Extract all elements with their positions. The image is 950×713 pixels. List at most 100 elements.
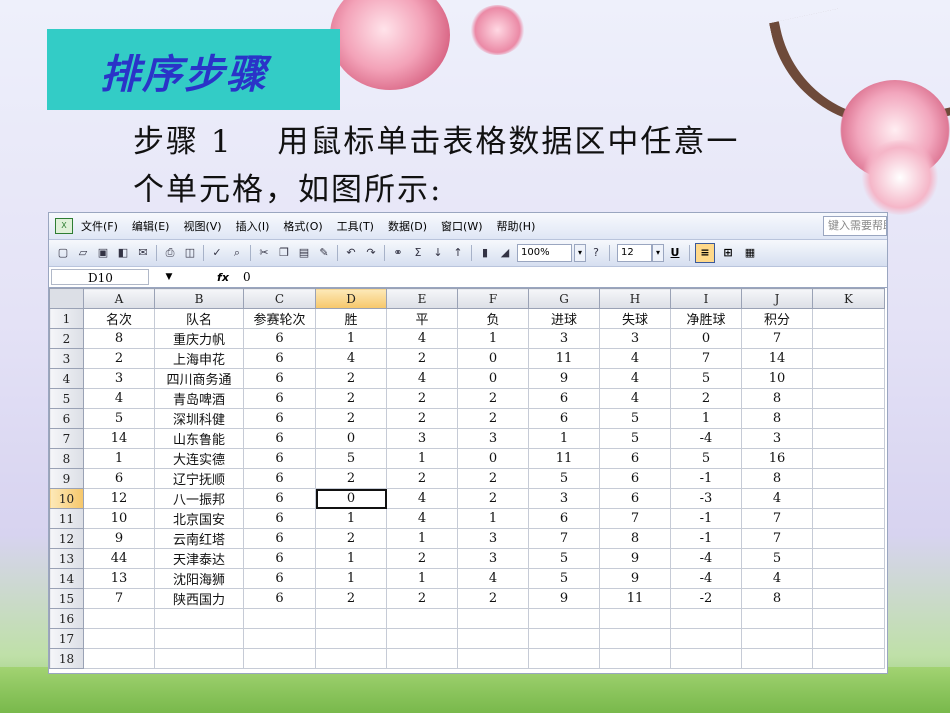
cell-b3[interactable]: 上海申花 xyxy=(154,348,244,369)
cell-a18[interactable] xyxy=(83,648,155,669)
cell-k9[interactable] xyxy=(812,468,885,489)
cell-e11[interactable]: 4 xyxy=(386,508,458,529)
cell-f16[interactable] xyxy=(457,608,529,629)
cell-j17[interactable] xyxy=(741,628,813,649)
row-header[interactable]: 6 xyxy=(49,408,84,429)
cell-j16[interactable] xyxy=(741,608,813,629)
cell-h18[interactable] xyxy=(599,648,671,669)
cell-a13[interactable]: 44 xyxy=(83,548,155,569)
cell-i7[interactable]: -4 xyxy=(670,428,742,449)
cell-k5[interactable] xyxy=(812,388,885,409)
hyperlink-icon[interactable]: ⚭ xyxy=(391,246,405,260)
cell-c1[interactable]: 参赛轮次 xyxy=(243,308,316,329)
undo-icon[interactable]: ↶ xyxy=(344,246,358,260)
cell-j8[interactable]: 16 xyxy=(741,448,813,469)
help-question-input[interactable]: 键入需要帮助的问题 xyxy=(823,216,887,236)
cell-h2[interactable]: 3 xyxy=(599,328,671,349)
cell-b4[interactable]: 四川商务通 xyxy=(154,368,244,389)
cell-i12[interactable]: -1 xyxy=(670,528,742,549)
cell-f3[interactable]: 0 xyxy=(457,348,529,369)
cell-k2[interactable] xyxy=(812,328,885,349)
cell-e12[interactable]: 1 xyxy=(386,528,458,549)
cell-b11[interactable]: 北京国安 xyxy=(154,508,244,529)
autosum-icon[interactable]: Σ xyxy=(411,246,425,260)
cell-h9[interactable]: 6 xyxy=(599,468,671,489)
cell-a5[interactable]: 4 xyxy=(83,388,155,409)
cell-h11[interactable]: 7 xyxy=(599,508,671,529)
cell-a15[interactable]: 7 xyxy=(83,588,155,609)
drawing-icon[interactable]: ◢ xyxy=(498,246,512,260)
cell-e8[interactable]: 1 xyxy=(386,448,458,469)
cell-h4[interactable]: 4 xyxy=(599,368,671,389)
cell-b14[interactable]: 沈阳海狮 xyxy=(154,568,244,589)
cell-g15[interactable]: 9 xyxy=(528,588,600,609)
cell-a6[interactable]: 5 xyxy=(83,408,155,429)
underline-button[interactable]: U xyxy=(666,244,684,262)
merge-center-button[interactable]: ⊞ xyxy=(719,244,737,262)
cell-g9[interactable]: 5 xyxy=(528,468,600,489)
cell-j9[interactable]: 8 xyxy=(741,468,813,489)
cell-g16[interactable] xyxy=(528,608,600,629)
cell-d14[interactable]: 1 xyxy=(315,568,387,589)
cell-c12[interactable]: 6 xyxy=(243,528,316,549)
cell-b16[interactable] xyxy=(154,608,244,629)
cell-a17[interactable] xyxy=(83,628,155,649)
cell-c5[interactable]: 6 xyxy=(243,388,316,409)
cell-i5[interactable]: 2 xyxy=(670,388,742,409)
cell-i14[interactable]: -4 xyxy=(670,568,742,589)
cell-b13[interactable]: 天津泰达 xyxy=(154,548,244,569)
cell-h5[interactable]: 4 xyxy=(599,388,671,409)
cell-e5[interactable]: 2 xyxy=(386,388,458,409)
cell-f2[interactable]: 1 xyxy=(457,328,529,349)
cell-b12[interactable]: 云南红塔 xyxy=(154,528,244,549)
cell-d10[interactable]: 0 xyxy=(315,488,387,509)
cell-d18[interactable] xyxy=(315,648,387,669)
menu-format[interactable]: 格式(O) xyxy=(283,218,322,234)
cell-c6[interactable]: 6 xyxy=(243,408,316,429)
cell-a4[interactable]: 3 xyxy=(83,368,155,389)
cell-j13[interactable]: 5 xyxy=(741,548,813,569)
copy-icon[interactable]: ❐ xyxy=(277,246,291,260)
row-header[interactable]: 13 xyxy=(49,548,84,569)
cell-f11[interactable]: 1 xyxy=(457,508,529,529)
cell-j7[interactable]: 3 xyxy=(741,428,813,449)
cell-c13[interactable]: 6 xyxy=(243,548,316,569)
cell-k14[interactable] xyxy=(812,568,885,589)
column-header-b[interactable]: B xyxy=(154,288,244,309)
cell-c14[interactable]: 6 xyxy=(243,568,316,589)
cell-d1[interactable]: 胜 xyxy=(315,308,387,329)
cell-b6[interactable]: 深圳科健 xyxy=(154,408,244,429)
select-all-corner[interactable] xyxy=(49,288,84,309)
cell-e10[interactable]: 4 xyxy=(386,488,458,509)
row-header[interactable]: 5 xyxy=(49,388,84,409)
menu-edit[interactable]: 编辑(E) xyxy=(132,218,170,234)
cell-a8[interactable]: 1 xyxy=(83,448,155,469)
cell-f14[interactable]: 4 xyxy=(457,568,529,589)
row-header[interactable]: 14 xyxy=(49,568,84,589)
cell-e9[interactable]: 2 xyxy=(386,468,458,489)
cell-a1[interactable]: 名次 xyxy=(83,308,155,329)
cell-h13[interactable]: 9 xyxy=(599,548,671,569)
cell-b15[interactable]: 陕西国力 xyxy=(154,588,244,609)
cell-b7[interactable]: 山东鲁能 xyxy=(154,428,244,449)
cell-h1[interactable]: 失球 xyxy=(599,308,671,329)
cell-i8[interactable]: 5 xyxy=(670,448,742,469)
cell-c18[interactable] xyxy=(243,648,316,669)
cell-j11[interactable]: 7 xyxy=(741,508,813,529)
cell-b18[interactable] xyxy=(154,648,244,669)
help-icon[interactable]: ? xyxy=(589,246,603,260)
cell-f7[interactable]: 3 xyxy=(457,428,529,449)
cut-icon[interactable]: ✂ xyxy=(257,246,271,260)
cell-i17[interactable] xyxy=(670,628,742,649)
menu-help[interactable]: 帮助(H) xyxy=(497,218,536,234)
cell-i15[interactable]: -2 xyxy=(670,588,742,609)
cell-f5[interactable]: 2 xyxy=(457,388,529,409)
cell-k18[interactable] xyxy=(812,648,885,669)
cell-h14[interactable]: 9 xyxy=(599,568,671,589)
cell-g18[interactable] xyxy=(528,648,600,669)
cell-j3[interactable]: 14 xyxy=(741,348,813,369)
row-header[interactable]: 16 xyxy=(49,608,84,629)
cell-h17[interactable] xyxy=(599,628,671,649)
research-icon[interactable]: ⌕ xyxy=(230,246,244,260)
row-header[interactable]: 17 xyxy=(49,628,84,649)
